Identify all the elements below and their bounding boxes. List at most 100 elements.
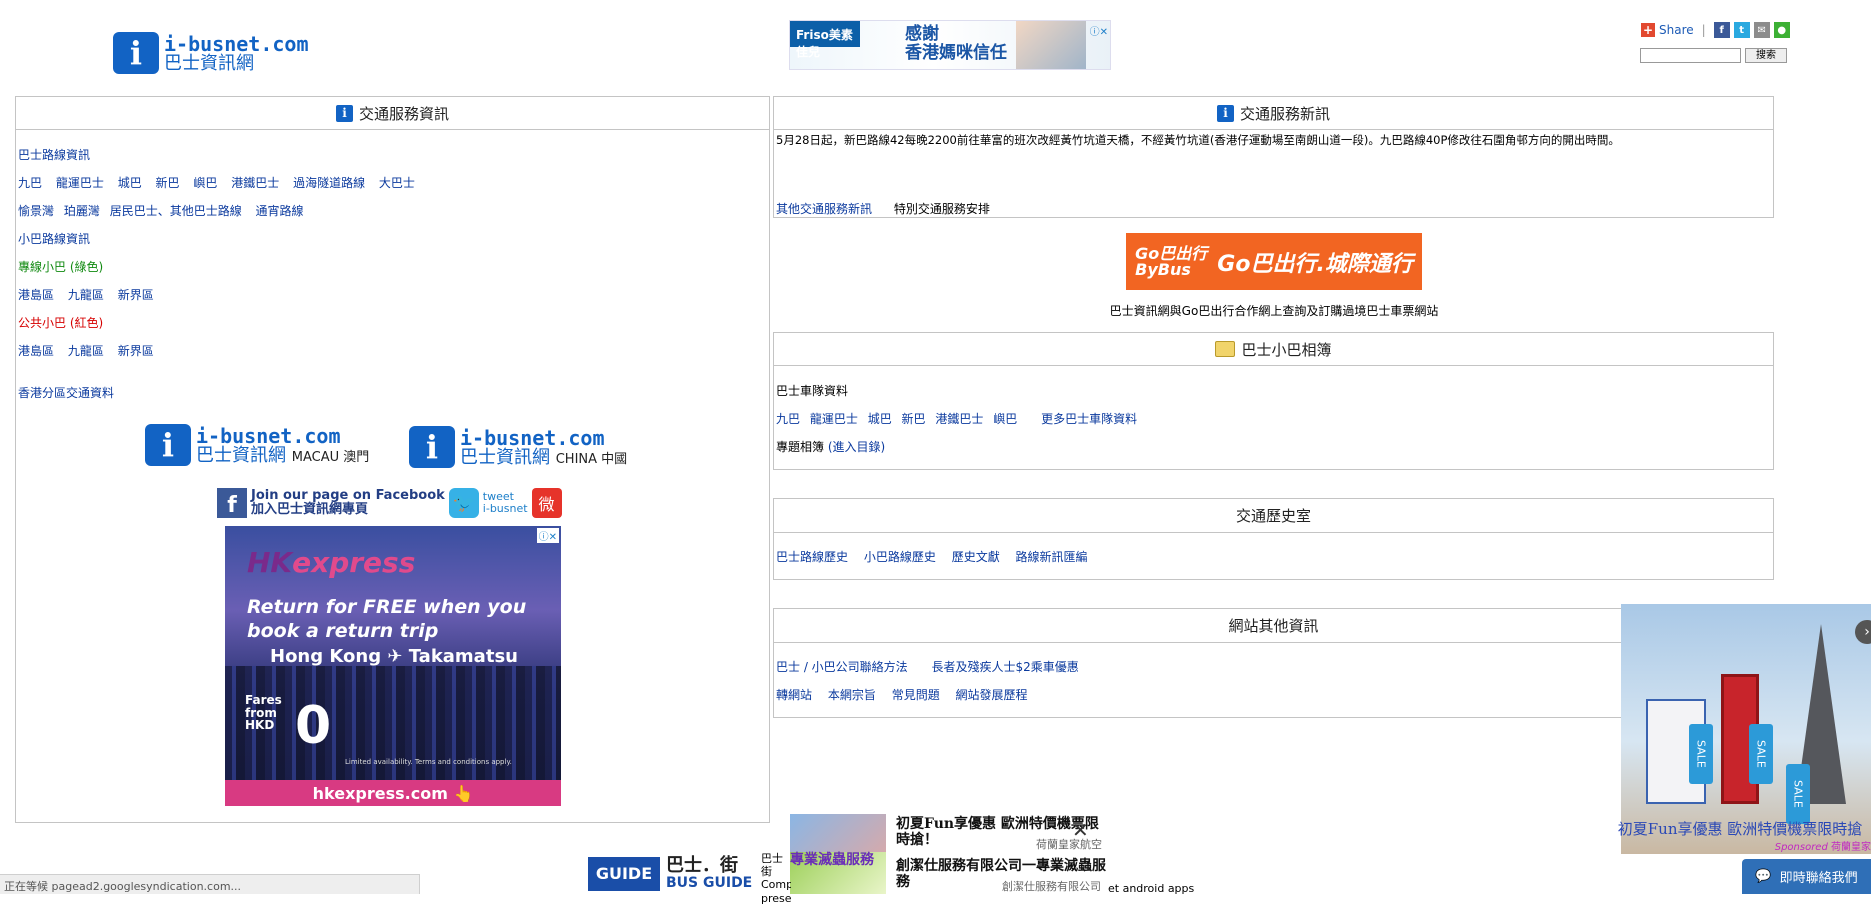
klm-ad-caption[interactable]: 初夏Fun享優惠 歐洲特價機票限時搶 xyxy=(1609,818,1871,839)
red-nt-link[interactable]: 新界區 xyxy=(118,344,154,358)
addthis-plus-icon[interactable]: + xyxy=(1641,23,1655,37)
browser-status-bar: 正在等候 pagead2.googlesyndication.com... xyxy=(0,874,420,894)
citybus-link[interactable]: 城巴 xyxy=(118,176,142,190)
panel-title: 巴士小巴相簿 xyxy=(1241,340,1332,359)
ad-choices-icon[interactable]: ⓘ✕ xyxy=(1090,23,1108,38)
facebook-icon[interactable]: f xyxy=(217,488,247,518)
top-banner-ad[interactable]: Friso美素佳兒 感謝 香港媽咪信任 ⓘ✕ xyxy=(789,20,1111,70)
wechat-icon[interactable]: ● xyxy=(1773,22,1790,38)
transfer-site-link[interactable]: 轉網站 xyxy=(776,688,812,702)
ad-line-1: 感謝 xyxy=(905,24,939,44)
special-arrangements-text: 特別交通服務安排 xyxy=(893,202,990,216)
ad-source-1: 荷蘭皇家航空 xyxy=(1036,838,1102,851)
next-arrow-icon[interactable]: › xyxy=(1855,620,1871,644)
green-hk-island-link[interactable]: 港島區 xyxy=(18,288,54,302)
documents-link[interactable]: 歷史文獻 xyxy=(952,550,1000,564)
mission-link[interactable]: 本網宗旨 xyxy=(828,688,876,702)
live-chat-button[interactable]: 💬 即時聯絡我們 xyxy=(1742,859,1871,894)
panel-title: 交通服務新訊 xyxy=(1239,104,1330,123)
search-input[interactable] xyxy=(1640,48,1741,63)
red-kowloon-link[interactable]: 九龍區 xyxy=(68,344,104,358)
fleet-mtr-link[interactable]: 港鐵巴士 xyxy=(935,412,983,426)
ad-brand: Friso美素佳兒 xyxy=(790,21,860,59)
site-history-link[interactable]: 網站發展歷程 xyxy=(956,688,1028,702)
green-minibus-label: 專線小巴 (綠色) xyxy=(18,260,104,274)
ad-line-2: 香港媽咪信任 xyxy=(905,42,1007,63)
nwfb-link[interactable]: 新巴 xyxy=(156,176,180,190)
ad-source-2: 創潔仕服務有限公司 xyxy=(1002,880,1101,893)
nlb-link[interactable]: 嶼巴 xyxy=(193,176,217,190)
transport-info-panel: i 交通服務資訊 巴士路線資訊 九巴 龍運巴士 城巴 新巴 嶼巴 港鐵巴士 過海… xyxy=(15,96,770,416)
tweet-link[interactable]: tweet i-busnet xyxy=(483,490,528,515)
elderly-concession-link[interactable]: 長者及殘疾人士$2乘車優惠 xyxy=(932,660,1079,674)
fleet-kmb-link[interactable]: 九巴 xyxy=(776,412,800,426)
residents-bus-link[interactable]: 居民巴士、其他巴士路線 xyxy=(110,204,242,218)
fleet-title: 巴士車隊資料 xyxy=(776,384,849,398)
weibo-icon[interactable]: 微 xyxy=(531,488,562,518)
klm-floating-ad[interactable]: SALE SALE SALE › xyxy=(1621,604,1871,854)
big-bus-link[interactable]: 大巴士 xyxy=(379,176,415,190)
ad-choices-icon[interactable]: ⓘ✕ xyxy=(536,528,559,543)
native-ad-popup[interactable]: 初夏Fun享優惠 歐洲特價機票限時搶！ 荷蘭皇家航空 專業滅蟲服務 創潔仕服務有… xyxy=(790,812,1112,894)
bus-guide-logo[interactable]: GUIDE 巴士．街 BUS GUIDE xyxy=(588,856,752,891)
discovery-bay-link[interactable]: 愉景灣 xyxy=(18,204,54,218)
mtr-bus-link[interactable]: 港鐵巴士 xyxy=(231,176,279,190)
facebook-join-link[interactable]: Join our page on Facebook 加入巴士資訊網專頁 xyxy=(251,489,445,516)
green-nt-link[interactable]: 新界區 xyxy=(118,288,154,302)
twitter-icon[interactable]: 🐦 xyxy=(448,488,479,518)
folder-icon xyxy=(1215,341,1236,357)
minibus-routes-link[interactable]: 小巴路線資訊 xyxy=(18,232,90,246)
kmb-link[interactable]: 九巴 xyxy=(18,176,42,190)
fleet-lwb-link[interactable]: 龍運巴士 xyxy=(810,412,858,426)
red-minibus-label: 公共小巴 (紅色) xyxy=(18,316,104,330)
truncated-text: 巴士街 Comp prese xyxy=(761,852,791,905)
fleet-nlb-link[interactable]: 嶼巴 xyxy=(993,412,1017,426)
district-info-link[interactable]: 香港分區交通資料 xyxy=(18,386,114,400)
news-panel: i 交通服務新訊 5月28日起，新巴路線42每晚2200前往華富的班次改經黃竹坑… xyxy=(773,96,1774,218)
logo-domain: i-busnet.com xyxy=(164,31,309,56)
minibus-history-link[interactable]: 小巴路線歷史 xyxy=(864,550,936,564)
logo-i-icon: i xyxy=(113,32,159,74)
lwb-link[interactable]: 龍運巴士 xyxy=(56,176,104,190)
fleet-nwfb-link[interactable]: 新巴 xyxy=(902,412,926,426)
search-button[interactable]: 搜索 xyxy=(1745,48,1787,63)
social-follow-bar: f Join our page on Facebook 加入巴士資訊網專頁 🐦 … xyxy=(217,487,564,519)
contact-operators-link[interactable]: 巴士 / 小巴公司聯絡方法 xyxy=(776,660,908,674)
sponsored-label: Sponsored xyxy=(1774,842,1828,853)
cross-harbour-link[interactable]: 過海隧道路線 xyxy=(293,176,365,190)
hkexpress-ad[interactable]: HKexpress Return for FREE when you book … xyxy=(225,526,561,806)
share-bar: + Share | f t ✉ ● xyxy=(1641,22,1790,38)
twitter-icon[interactable]: t xyxy=(1733,22,1750,38)
panel-title: 網站其他資訊 xyxy=(1228,617,1319,635)
red-hk-island-link[interactable]: 港島區 xyxy=(18,344,54,358)
ad-label: 專業滅蟲服務 xyxy=(790,852,874,868)
ad-url: hkexpress.com 👆 xyxy=(225,780,561,806)
history-panel: 交通歷史室 巴士路線歷史 小巴路線歷史 歷史文獻 路線新訊匯編 xyxy=(773,498,1774,580)
green-kowloon-link[interactable]: 九龍區 xyxy=(68,288,104,302)
more-fleet-link[interactable]: 更多巴士車隊資料 xyxy=(1041,412,1137,426)
site-logo[interactable]: i i-busnet.com 巴士資訊網 xyxy=(113,32,309,74)
email-icon[interactable]: ✉ xyxy=(1753,22,1770,38)
facebook-icon[interactable]: f xyxy=(1713,22,1730,38)
overnight-routes-link[interactable]: 通宵路線 xyxy=(256,204,304,218)
go-bus-banner[interactable]: Go巴出行 ByBus Go巴出行.城際通行 xyxy=(1126,233,1422,290)
close-icon[interactable]: ✕ xyxy=(1072,818,1089,842)
info-icon: i xyxy=(335,104,353,122)
park-island-link[interactable]: 珀麗灣 xyxy=(64,204,100,218)
album-index-link[interactable]: (進入目錄) xyxy=(828,440,885,454)
faq-link[interactable]: 常見問題 xyxy=(892,688,940,702)
china-i-icon: i xyxy=(409,426,455,468)
more-news-link[interactable]: 其他交通服務新訊 xyxy=(776,202,872,216)
bus-routes-link[interactable]: 巴士路線資訊 xyxy=(18,148,90,162)
macau-site-link[interactable]: i i-busnet.com 巴士資訊網 MACAU 澳門 xyxy=(145,424,369,466)
panel-header: i 交通服務資訊 xyxy=(16,97,769,130)
china-site-link[interactable]: i i-busnet.com 巴士資訊網 CHINA 中國 xyxy=(409,426,627,468)
album-panel: 巴士小巴相簿 巴士車隊資料 九巴 龍運巴士 城巴 新巴 港鐵巴士 嶼巴 更多巴士… xyxy=(773,332,1774,470)
route-news-archive-link[interactable]: 路線新訊匯編 xyxy=(1016,550,1088,564)
info-icon: i xyxy=(1216,104,1234,122)
panel-title: 交通歷史室 xyxy=(1235,507,1311,525)
fleet-citybus-link[interactable]: 城巴 xyxy=(868,412,892,426)
news-body: 5月28日起，新巴路線42每晚2200前往華富的班次改經黃竹坑道天橋，不經黃竹坑… xyxy=(776,133,1620,147)
bus-history-link[interactable]: 巴士路線歷史 xyxy=(776,550,848,564)
share-link[interactable]: Share xyxy=(1659,23,1694,37)
